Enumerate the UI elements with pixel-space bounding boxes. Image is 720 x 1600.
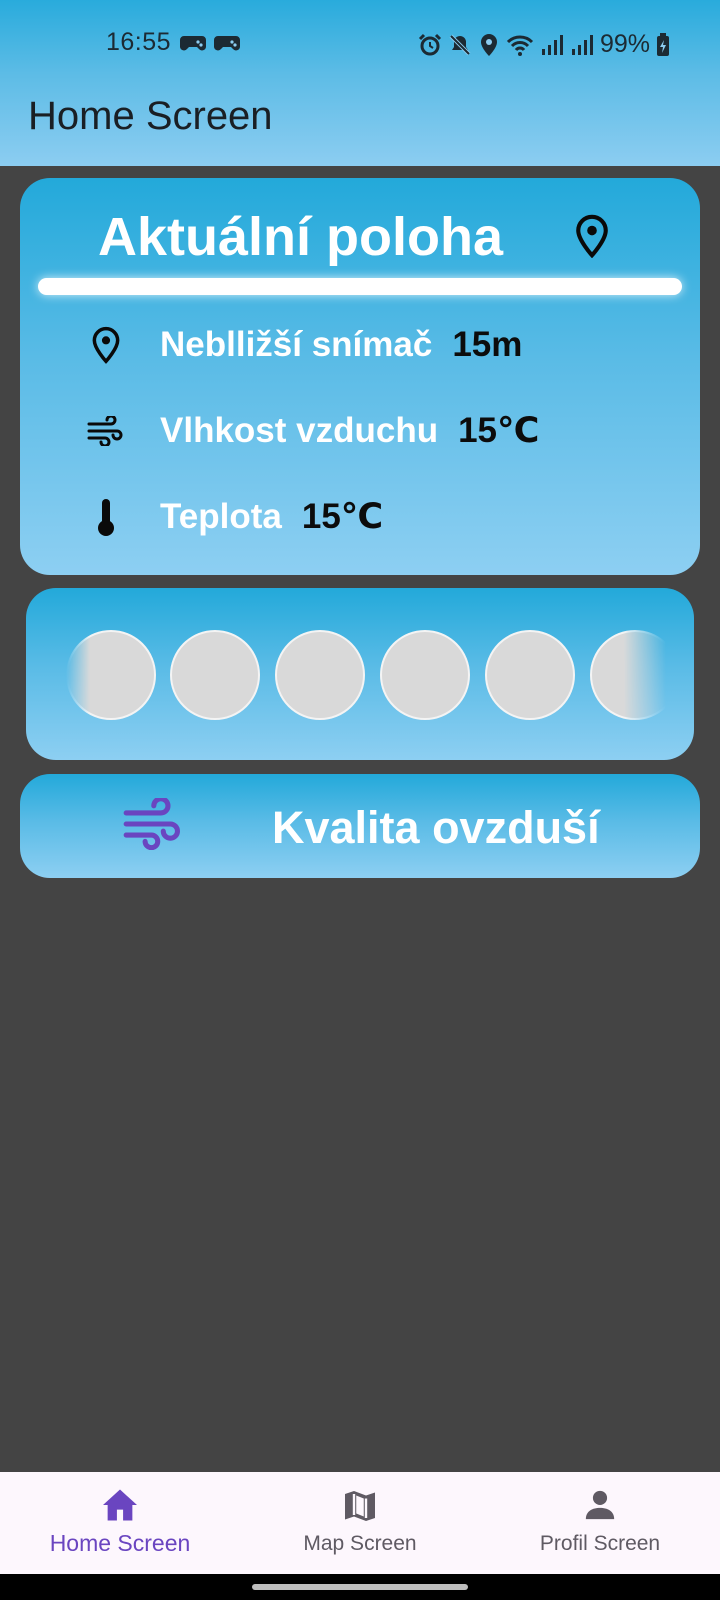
nav-label: Profil Screen [539, 1532, 661, 1555]
info-label: Neblližší snímač [160, 325, 433, 364]
wind-icon [87, 416, 123, 446]
nav-label: Home Screen [49, 1530, 191, 1556]
location-pin-icon [576, 214, 608, 258]
status-bar: 16:55 99% [0, 24, 720, 64]
status-notification-icons [180, 32, 240, 54]
carousel-circle[interactable] [170, 630, 260, 720]
info-value: 15℃ [301, 497, 384, 536]
info-row-humidity: Vlhkost vzduchu 15℃ [86, 406, 539, 456]
nav-item-map[interactable]: Map Screen [240, 1472, 480, 1574]
battery-percent: 99% [599, 30, 650, 58]
carousel-circle[interactable] [66, 630, 156, 720]
map-icon [345, 1491, 375, 1521]
nav-item-home[interactable]: Home Screen [0, 1472, 240, 1574]
battery-charging-icon [657, 32, 669, 56]
status-system-icons: 99% [418, 30, 670, 59]
location-pin-icon [92, 326, 120, 364]
bottom-navigation: Home Screen Map Screen Profil Screen [0, 1472, 720, 1574]
location-icon [480, 33, 497, 56]
info-value: 15m [452, 325, 523, 364]
thermometer-icon [98, 499, 114, 536]
wind-icon [123, 798, 180, 850]
nav-label: Map Screen [303, 1532, 417, 1555]
air-quality-label: Kvalita ovzduší [272, 802, 600, 853]
home-icon [103, 1489, 137, 1521]
game-controller-icon [180, 36, 206, 51]
home-gesture-handle[interactable] [252, 1584, 468, 1590]
mute-icon [449, 34, 471, 55]
page-title: Home Screen [28, 94, 273, 138]
wifi-icon [506, 35, 534, 56]
carousel-circle[interactable] [485, 630, 575, 720]
alarm-icon [418, 33, 442, 55]
app-header: 16:55 99% Home Screen [0, 0, 720, 166]
circles-carousel-card[interactable] [26, 588, 694, 760]
info-label: Teplota [160, 497, 282, 536]
air-quality-button[interactable]: Kvalita ovzduší [20, 774, 700, 878]
info-row-nearest-sensor: Neblližší snímač 15m [86, 320, 522, 370]
signal-icon [541, 34, 563, 55]
divider [38, 278, 682, 295]
info-row-temperature: Teplota 15℃ [86, 492, 383, 542]
carousel-circle[interactable] [590, 630, 666, 720]
location-card-title: Aktuální poloha [98, 207, 503, 267]
carousel-circle[interactable] [380, 630, 470, 720]
info-value: 15℃ [458, 411, 540, 450]
circles-carousel[interactable] [66, 628, 666, 722]
game-controller-icon [214, 36, 240, 51]
person-icon [585, 1490, 615, 1520]
info-label: Vlhkost vzduchu [160, 411, 439, 450]
carousel-circle[interactable] [275, 630, 365, 720]
status-time: 16:55 [106, 28, 172, 56]
nav-item-profile[interactable]: Profil Screen [480, 1472, 720, 1574]
signal-icon [571, 34, 593, 55]
